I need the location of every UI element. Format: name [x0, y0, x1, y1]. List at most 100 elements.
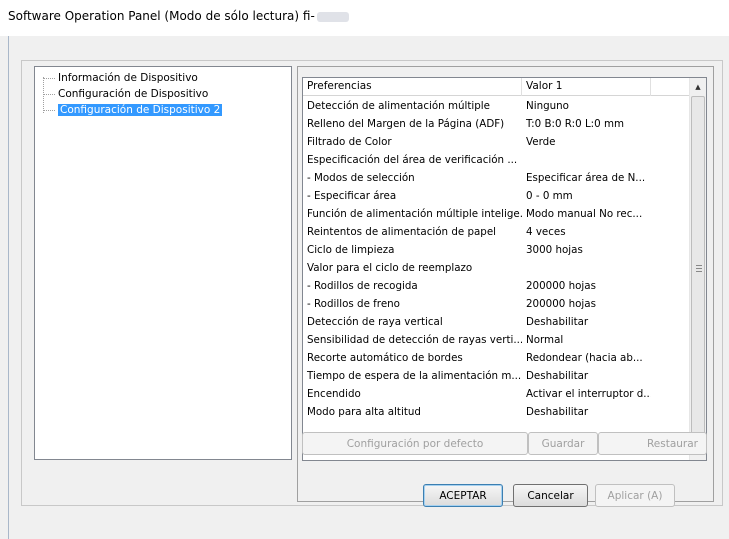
preferences-list[interactable]: Preferencias Valor 1 Detección de alimen…	[302, 77, 707, 461]
preference-name-cell: Relleno del Margen de la Página (ADF)	[307, 118, 505, 130]
preference-value-cell: Deshabilitar	[526, 406, 589, 418]
preference-name-cell: Tiempo de espera de la alimentación m...	[307, 370, 522, 382]
preference-name-cell: Filtrado de Color	[307, 136, 392, 148]
extra-cell	[651, 259, 691, 277]
extra-cell	[651, 367, 691, 385]
preference-value-cell: 200000 hojas	[526, 280, 596, 292]
tree-branch-line	[43, 109, 55, 111]
preference-value-cell: Deshabilitar	[526, 370, 589, 382]
preference-name-cell: Ciclo de limpieza	[307, 244, 395, 256]
table-row[interactable]: - Rodillos de recogida 200000 hojas	[303, 277, 691, 295]
preference-value-cell: Activar el interruptor d...	[526, 388, 651, 400]
scrollbar-grip-icon	[696, 265, 702, 272]
table-row[interactable]: Función de alimentación múltiple intelig…	[303, 205, 691, 223]
cancel-button[interactable]: Cancelar	[513, 484, 588, 507]
table-row[interactable]: Sensibilidad de detección de rayas verti…	[303, 331, 691, 349]
restore-button[interactable]: Restaurar	[598, 432, 707, 455]
preference-name-cell: Detección de raya vertical	[307, 316, 443, 328]
preference-name-cell: - Rodillos de recogida	[307, 280, 418, 292]
extra-cell	[651, 97, 691, 115]
defaults-button[interactable]: Configuración por defecto	[302, 432, 528, 455]
preference-value-cell: Normal	[526, 334, 564, 346]
ok-button[interactable]: ACEPTAR	[423, 484, 503, 507]
preference-value-cell: 0 - 0 mm	[526, 190, 573, 202]
redacted-model-number	[316, 11, 349, 22]
preference-value-cell: 3000 hojas	[526, 244, 583, 256]
extra-cell	[651, 331, 691, 349]
table-row[interactable]: Recorte automático de bordes Redondear (h…	[303, 349, 691, 367]
preference-name-cell: Detección de alimentación múltiple	[307, 100, 491, 112]
table-row[interactable]: Tiempo de espera de la alimentación m...…	[303, 367, 691, 385]
tree-item-device-config[interactable]: Configuración de Dispositivo	[43, 87, 208, 101]
preference-name-cell: Función de alimentación múltiple intelig…	[307, 208, 522, 220]
extra-cell	[651, 349, 691, 367]
tree-item-device-info[interactable]: Información de Dispositivo	[43, 71, 198, 85]
preference-value-cell: T:0 B:0 R:0 L:0 mm	[526, 118, 625, 130]
preference-value-cell: Deshabilitar	[526, 316, 589, 328]
extra-cell	[651, 277, 691, 295]
extra-cell	[651, 133, 691, 151]
tree-branch-line	[43, 93, 55, 95]
extra-cell	[651, 187, 691, 205]
apply-button[interactable]: Aplicar (A)	[595, 484, 675, 507]
preference-value-cell: Especificar área de N...	[526, 172, 646, 184]
tree-branch-line	[43, 77, 55, 79]
vertical-scrollbar[interactable]: ▲ ▼	[689, 78, 706, 460]
list-header: Preferencias Valor 1	[303, 78, 691, 96]
table-row[interactable]: Especificación del área de verificación …	[303, 151, 691, 169]
preference-value-cell	[522, 259, 651, 277]
preference-name-cell: Sensibilidad de detección de rayas verti…	[307, 334, 522, 346]
tree-item-label: Información de Dispositivo	[58, 72, 198, 84]
tree-item-label: Configuración de Dispositivo	[58, 88, 209, 100]
extra-cell	[651, 223, 691, 241]
extra-cell	[651, 403, 691, 421]
preference-name-cell: Recorte automático de bordes	[307, 352, 463, 364]
table-row[interactable]: Encendido Activar el interruptor d...	[303, 385, 691, 403]
extra-cell	[651, 241, 691, 259]
preference-value-cell: 4 veces	[526, 226, 566, 238]
column-header-value-1[interactable]: Valor 1	[522, 78, 651, 96]
extra-cell	[651, 385, 691, 403]
table-row[interactable]: Reintentos de alimentación de papel 4 vec…	[303, 223, 691, 241]
tree-item-device-config-2[interactable]: Configuración de Dispositivo 2	[43, 103, 223, 117]
table-row[interactable]: Modo para alta altitud Deshabilitar	[303, 403, 691, 421]
table-row[interactable]: Valor para el ciclo de reemplazo	[303, 259, 691, 277]
table-row[interactable]: Filtrado de Color Verde	[303, 133, 691, 151]
preference-name-cell: Modo para alta altitud	[307, 406, 421, 418]
extra-cell	[651, 295, 691, 313]
preference-name-cell: - Especificar área	[307, 190, 397, 202]
scrollbar-thumb[interactable]	[691, 96, 705, 442]
extra-cell	[651, 115, 691, 133]
extra-cell	[651, 169, 691, 187]
preference-name-cell: - Modos de selección	[307, 172, 415, 184]
preference-value-cell	[522, 151, 651, 169]
dialog-window: Software Operation Panel (Modo de sólo l…	[0, 0, 729, 539]
settings-tree[interactable]: Información de Dispositivo Configuración…	[34, 66, 292, 460]
table-row[interactable]: Detección de raya vertical Deshabilitar	[303, 313, 691, 331]
preference-value-cell: Redondear (hacia ab...	[526, 352, 643, 364]
tree-item-label: Configuración de Dispositivo 2	[58, 104, 223, 116]
extra-cell	[651, 313, 691, 331]
list-rows: Detección de alimentación múltiple Ningun…	[303, 97, 691, 421]
preference-name-cell: Especificación del área de verificación …	[307, 154, 518, 166]
title-bar[interactable]: Software Operation Panel (Modo de sólo l…	[0, 0, 729, 36]
table-row[interactable]: - Modos de selección Especificar área de …	[303, 169, 691, 187]
extra-cell	[651, 205, 691, 223]
preference-name-cell: Valor para el ciclo de reemplazo	[307, 262, 473, 274]
table-row[interactable]: Ciclo de limpieza 3000 hojas	[303, 241, 691, 259]
column-header-extra[interactable]	[651, 78, 691, 96]
table-row[interactable]: Detección de alimentación múltiple Ningun…	[303, 97, 691, 115]
column-header-preferences[interactable]: Preferencias	[303, 78, 522, 96]
extra-cell	[651, 151, 691, 169]
preference-value-cell: 200000 hojas	[526, 298, 596, 310]
preference-value-cell: Ninguno	[526, 100, 569, 112]
save-button[interactable]: Guardar	[528, 432, 598, 455]
preference-name-cell: - Rodillos de freno	[307, 298, 400, 310]
table-row[interactable]: - Especificar área 0 - 0 mm	[303, 187, 691, 205]
scroll-up-arrow-icon[interactable]: ▲	[690, 78, 706, 95]
window-title: Software Operation Panel (Modo de sólo l…	[8, 9, 349, 23]
table-row[interactable]: - Rodillos de freno 200000 hojas	[303, 295, 691, 313]
table-row[interactable]: Relleno del Margen de la Página (ADF) T:0…	[303, 115, 691, 133]
preference-value-cell: Verde	[526, 136, 556, 148]
window-title-text: Software Operation Panel (Modo de sólo l…	[8, 9, 315, 23]
